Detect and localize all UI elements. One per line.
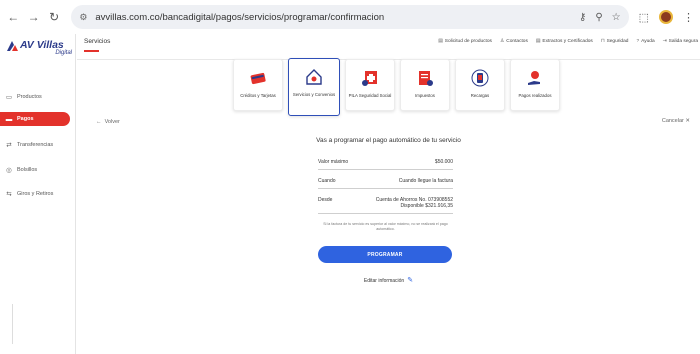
toplink-contactos[interactable]: ♙ Contactos [500, 39, 528, 44]
sidebar-item-label: Transferencias [17, 142, 54, 148]
sidebar-item-label: Giros y Retiros [17, 191, 54, 197]
url-text: avvillas.com.co/bancadigital/pagos/servi… [95, 11, 385, 23]
row-value: Cuando llegue la factura [398, 178, 453, 184]
back-arrow-icon[interactable]: ← [6, 9, 20, 25]
card-pila-seguridad-social[interactable]: PILA Seguridad Social [345, 59, 395, 111]
card-label: Créditos y Tarjetas [240, 93, 276, 98]
sidebar-item-giros-y-retiros[interactable]: ⇆ Giros y Retiros [0, 187, 70, 201]
confirmation-panel: ← Volver Cancelar ✕ Vas a programar el p… [77, 115, 700, 354]
phone-recharge-icon [471, 69, 489, 87]
confirmation-title: Vas a programar el pago automático de tu… [316, 137, 461, 144]
forward-arrow-icon[interactable]: → [26, 9, 40, 25]
pencil-icon: ✎ [407, 277, 414, 284]
programar-button[interactable]: PROGRAMAR [318, 246, 452, 263]
help-icon: ? [636, 39, 640, 44]
card-servicios-convenios[interactable]: Servicios y Convenios [288, 58, 340, 116]
close-icon: ✕ [685, 118, 690, 124]
card-label: Impuestos [415, 93, 435, 98]
transfer-icon: ⇄ [6, 142, 12, 149]
tax-document-icon [419, 71, 433, 86]
site-settings-icon[interactable]: ⚙ [79, 12, 87, 23]
address-bar[interactable]: ⚙ avvillas.com.co/bancadigital/pagos/ser… [71, 5, 629, 29]
card-impuestos[interactable]: Impuestos [400, 59, 450, 111]
card-recargas[interactable]: Recargas [455, 59, 505, 111]
sidebar-item-label: Pagos [17, 116, 34, 122]
toplink-seguridad[interactable]: ⊓ Seguridad [601, 39, 629, 44]
row-valor-maximo: Valor máximo $50.000 [318, 159, 453, 170]
toplink-solicitud[interactable]: ▤ Solicitud de productos [438, 39, 492, 44]
arrow-left-icon: ← [96, 119, 102, 125]
logout-icon: ⇥ [662, 39, 667, 44]
row-key: Valor máximo [318, 159, 349, 165]
section-underline [84, 50, 99, 52]
extensions-icon[interactable]: ⬚ [639, 11, 649, 24]
section-title: Servicios [84, 38, 111, 45]
toplink-ayuda[interactable]: ? Ayuda [636, 39, 654, 44]
logo[interactable]: AV Villas Digital [6, 38, 72, 60]
credit-card-icon [250, 72, 266, 85]
wallet-icon: ▭ [5, 94, 13, 101]
toplink-extractos[interactable]: ▤ Extractos y Certificados [536, 39, 593, 44]
row-desde: Desde Cuenta de Ahorros No. 073908552 Di… [318, 197, 453, 214]
cash-icon: ⇆ [6, 191, 12, 198]
card-label: PILA Seguridad Social [348, 93, 392, 98]
sidebar-item-label: Bolsillos [17, 167, 38, 173]
top-bar: Servicios ▤ Solicitud de productos ♙ Conta… [77, 34, 700, 60]
row-key: Cuando [318, 178, 336, 184]
divider [12, 304, 13, 344]
password-key-icon[interactable]: ⚷ [579, 12, 586, 23]
logo-sub: Digital [55, 50, 72, 56]
top-links: ▤ Solicitud de productos ♙ Contactos ▤ Extr… [438, 39, 698, 44]
back-link[interactable]: ← Volver [96, 119, 120, 125]
cancel-link[interactable]: Cancelar ✕ [662, 118, 690, 124]
row-key: Desde [318, 197, 333, 203]
document-icon: ▤ [438, 39, 443, 44]
card-label: Pagos realizados [518, 93, 552, 98]
person-icon: ♙ [499, 39, 505, 44]
browser-menu-icon[interactable]: ⋮ [683, 11, 694, 24]
toplink-salida[interactable]: ⇥ Salida segura [663, 39, 698, 44]
sidebar-item-productos[interactable]: ▭ Productos [0, 90, 70, 104]
lock-icon: ⊓ [600, 39, 605, 44]
house-icon [306, 69, 322, 85]
browser-toolbar: ← → ↻ ⚙ avvillas.com.co/bancadigital/pag… [0, 0, 700, 34]
health-icon [362, 71, 377, 86]
card-icon: ▬ [5, 115, 13, 123]
card-label: Servicios y Convenios [292, 92, 336, 97]
paid-hand-icon [528, 71, 540, 85]
row-cuando: Cuando Cuando llegue la factura [318, 178, 453, 189]
sidebar-item-pagos[interactable]: ▬ Pagos [0, 112, 70, 126]
bookmark-star-icon[interactable]: ☆ [612, 12, 621, 23]
row-value: Cuenta de Ahorros No. 073908552 Disponib… [376, 197, 453, 209]
edit-info-link[interactable]: Editar información ✎ [77, 276, 700, 284]
sidebar: AV Villas Digital ▭ Productos ▬ Pagos ⇄ … [0, 34, 76, 354]
sidebar-item-transferencias[interactable]: ⇄ Transferencias [0, 138, 70, 152]
available-balance: Disponible $321.916,35 [400, 203, 453, 209]
card-pagos-realizados[interactable]: Pagos realizados [510, 59, 560, 111]
card-creditos-tarjetas[interactable]: Créditos y Tarjetas [233, 59, 283, 111]
sidebar-item-label: Productos [17, 94, 42, 100]
sidebar-item-bolsillos[interactable]: ◎ Bolsillos [0, 163, 70, 177]
reload-icon[interactable]: ↻ [47, 9, 61, 25]
row-value: $50.000 [434, 159, 453, 165]
limit-note: Si la factura de tu servicio es superior… [323, 222, 448, 231]
statement-icon: ▤ [535, 39, 541, 44]
payment-categories: Créditos y Tarjetas Servicios y Convenio… [233, 58, 560, 116]
profile-avatar[interactable] [659, 10, 674, 24]
card-label: Recargas [470, 93, 490, 98]
app-window: ← → ↻ ⚙ avvillas.com.co/bancadigital/pag… [0, 0, 700, 354]
pocket-icon: ◎ [6, 167, 12, 174]
av-villas-logo-mark-icon [7, 41, 18, 51]
zoom-icon[interactable]: ⚲ [595, 12, 602, 23]
